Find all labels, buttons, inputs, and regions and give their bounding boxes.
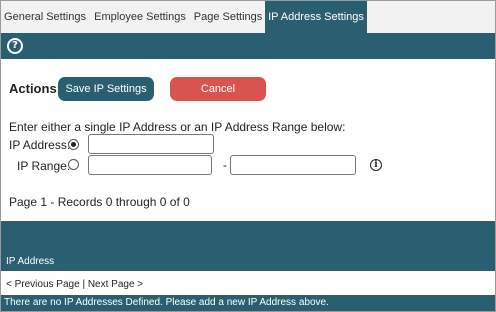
column-header-ip-address: IP Address — [6, 256, 55, 267]
ip-range-radio[interactable] — [68, 159, 79, 170]
question-circle-icon[interactable]: ? — [7, 38, 23, 54]
cancel-button[interactable]: Cancel — [170, 77, 266, 101]
previous-page-link[interactable]: < Previous Page — [6, 279, 80, 290]
pagination: < Previous Page | Next Page > — [6, 279, 143, 290]
pager-separator: | — [79, 279, 88, 290]
tab-employee-settings[interactable]: Employee Settings — [89, 1, 191, 33]
records-summary: Page 1 - Records 0 through 0 of 0 — [9, 195, 190, 209]
actions-label: Actions: — [9, 81, 61, 96]
instruction-text: Enter either a single IP Address or an I… — [9, 120, 346, 134]
info-icon[interactable]: i — [370, 159, 382, 171]
range-end-input[interactable] — [230, 155, 356, 175]
ip-address-radio[interactable] — [68, 139, 79, 150]
ip-settings-window: General Settings Employee Settings Page … — [0, 0, 496, 312]
ip-address-label: IP Address: — [9, 138, 71, 152]
tab-page-settings[interactable]: Page Settings — [191, 1, 265, 33]
save-ip-settings-button[interactable]: Save IP Settings — [58, 77, 154, 101]
settings-tab-bar: General Settings Employee Settings Page … — [1, 1, 495, 34]
range-separator: - — [223, 158, 227, 172]
tab-ip-address-settings[interactable]: IP Address Settings — [265, 1, 367, 33]
range-start-input[interactable] — [88, 155, 212, 175]
table-header-band: IP Address — [1, 221, 495, 271]
tab-general-settings[interactable]: General Settings — [1, 1, 89, 33]
next-page-link[interactable]: Next Page > — [88, 279, 143, 290]
ip-address-input[interactable] — [88, 134, 214, 154]
toolbar-band: ? — [1, 33, 495, 59]
empty-state-message: There are no IP Addresses Defined. Pleas… — [1, 295, 495, 311]
ip-range-label: IP Range: — [17, 159, 71, 173]
